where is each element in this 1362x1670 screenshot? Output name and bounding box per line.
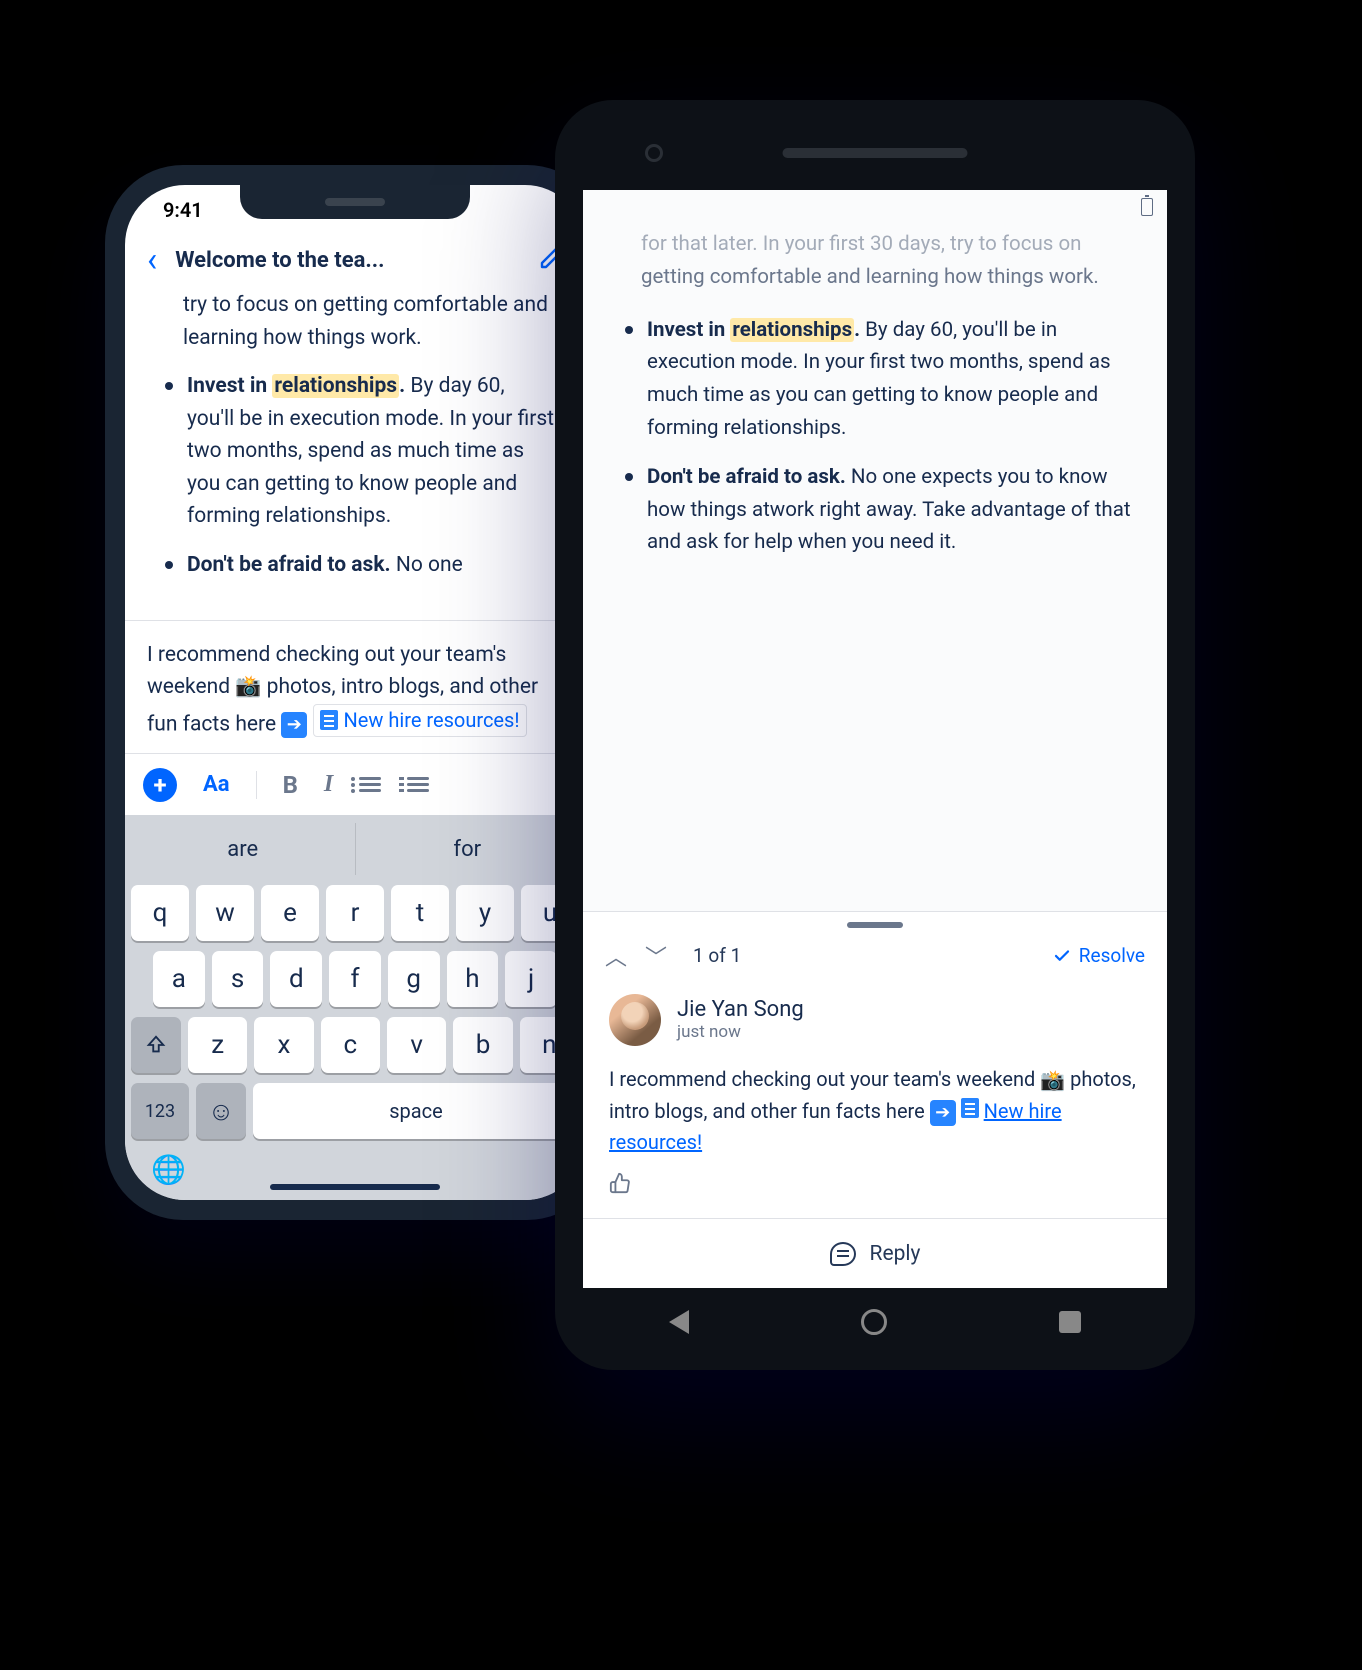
bullet-text: Invest in relationships. By day 60, you'… <box>647 314 1137 445</box>
iphone-header: ‹ Welcome to the tea... <box>125 235 585 289</box>
predictive-suggestion[interactable]: are <box>131 823 356 875</box>
arrow-right-emoji-icon: ➔ <box>281 712 307 738</box>
keyboard-key[interactable]: w <box>196 885 254 941</box>
keyboard-key[interactable]: v <box>387 1017 446 1073</box>
nav-recent-icon[interactable] <box>1059 1311 1081 1333</box>
bullet-text: Don't be afraid to ask. No one expects y… <box>647 461 1137 559</box>
keyboard-bottom-row: 🌐 <box>131 1139 579 1190</box>
keyboard-key[interactable]: c <box>321 1017 380 1073</box>
keyboard-row: a s d f g h j <box>131 951 579 1007</box>
keyboard-key[interactable]: y <box>456 885 514 941</box>
globe-icon[interactable]: 🌐 <box>151 1153 186 1186</box>
comment-count: 1 of 1 <box>693 944 1035 967</box>
page-title: Welcome to the tea... <box>175 248 521 273</box>
bullet-text: Don't be afraid to ask. No one <box>187 549 463 582</box>
comment-preview[interactable]: I recommend checking out your team's wee… <box>125 620 585 753</box>
camera-emoji-icon: 📸 <box>1040 1065 1065 1096</box>
keyboard-key[interactable]: j <box>505 951 557 1007</box>
android-nav-bar <box>583 1292 1167 1352</box>
bullet-marker-icon <box>625 473 633 481</box>
keyboard-row: q w e r t y u <box>131 885 579 941</box>
ios-keyboard: are for q w e r t y u a s d f g h j <box>125 815 585 1200</box>
keyboard-key[interactable]: s <box>212 951 264 1007</box>
home-indicator[interactable] <box>270 1184 440 1190</box>
comment-text: I recommend checking out your team's wee… <box>609 1064 1141 1158</box>
bullet-item: Invest in relationships. By day 60, you'… <box>153 370 557 533</box>
like-thumbs-up-icon[interactable] <box>609 1172 1141 1200</box>
keyboard-key[interactable]: d <box>270 951 322 1007</box>
keyboard-key[interactable]: z <box>188 1017 247 1073</box>
keyboard-row: z x c v b n <box>131 1017 579 1073</box>
keyboard-key[interactable]: b <box>453 1017 512 1073</box>
drag-handle[interactable] <box>847 922 903 928</box>
shift-key[interactable] <box>131 1017 181 1073</box>
comment-panel: ︿ ﹀ 1 of 1 Resolve Jie Yan Song just now <box>583 911 1167 1288</box>
next-comment-chevron-icon[interactable]: ﹀ <box>645 940 667 972</box>
nav-home-icon[interactable] <box>861 1309 887 1335</box>
author-name: Jie Yan Song <box>677 997 804 1022</box>
document-content[interactable]: try to focus on getting comfortable and … <box>125 289 585 620</box>
bullet-item: Don't be afraid to ask. No one <box>153 549 557 582</box>
comment-panel-header: ︿ ﹀ 1 of 1 Resolve <box>583 932 1167 986</box>
keyboard-key[interactable]: f <box>329 951 381 1007</box>
document-icon <box>320 710 338 730</box>
predictive-text-row: are for <box>131 823 579 875</box>
arrow-right-emoji-icon: ➔ <box>930 1100 956 1126</box>
space-key[interactable]: space <box>253 1083 579 1139</box>
bullet-list-button[interactable] <box>359 777 381 792</box>
document-icon <box>961 1098 979 1118</box>
notch-speaker <box>325 198 385 206</box>
document-content[interactable]: for that later. In your first 30 days, t… <box>583 224 1167 911</box>
bullet-text: for that later. In your first 30 days, t… <box>613 228 1137 294</box>
reply-chat-icon <box>830 1242 856 1266</box>
back-chevron-icon[interactable]: ‹ <box>147 243 157 277</box>
iphone-screen: 9:41 ‹ Welcome to the tea... try to focu… <box>125 185 585 1200</box>
keyboard-key[interactable]: x <box>254 1017 313 1073</box>
comment-time: just now <box>677 1022 804 1042</box>
reply-button[interactable]: Reply <box>583 1218 1167 1288</box>
speaker-grille <box>783 148 968 158</box>
battery-icon <box>1141 198 1153 216</box>
toolbar-separator <box>256 771 257 799</box>
comment-author-row: Jie Yan Song just now <box>609 994 1141 1046</box>
keyboard-key[interactable]: g <box>388 951 440 1007</box>
keyboard-key[interactable]: e <box>261 885 319 941</box>
bullet-marker-icon <box>625 326 633 334</box>
keyboard-key[interactable]: a <box>153 951 205 1007</box>
comment-body: Jie Yan Song just now I recommend checki… <box>583 986 1167 1218</box>
avatar[interactable] <box>609 994 661 1046</box>
prev-comment-chevron-icon[interactable]: ︿ <box>605 940 627 972</box>
iphone-notch <box>240 185 470 219</box>
bullet-item: Invest in relationships. By day 60, you'… <box>613 314 1137 445</box>
android-screen: for that later. In your first 30 days, t… <box>583 190 1167 1288</box>
keyboard-key[interactable]: q <box>131 885 189 941</box>
bullet-marker-icon <box>165 382 173 390</box>
keyboard-key[interactable]: r <box>326 885 384 941</box>
text-style-button[interactable]: Aa <box>203 772 230 797</box>
keyboard-row: 123 ☺ space <box>131 1083 579 1139</box>
bullet-text: Invest in relationships. By day 60, you'… <box>187 370 557 533</box>
keyboard-key[interactable]: h <box>447 951 499 1007</box>
android-status-bar <box>583 190 1167 224</box>
editor-toolbar: + Aa B I <box>125 753 585 815</box>
status-time: 9:41 <box>163 198 203 222</box>
bullet-marker-icon <box>165 561 173 569</box>
bold-button[interactable]: B <box>283 771 298 799</box>
front-camera-icon <box>645 144 663 162</box>
bullet-item: Don't be afraid to ask. No one expects y… <box>613 461 1137 559</box>
predictive-suggestion[interactable]: for <box>356 823 580 875</box>
iphone-device-frame: 9:41 ‹ Welcome to the tea... try to focu… <box>105 165 605 1220</box>
emoji-key[interactable]: ☺ <box>196 1083 246 1139</box>
keyboard-key[interactable]: t <box>391 885 449 941</box>
numbers-key[interactable]: 123 <box>131 1083 189 1139</box>
insert-plus-button[interactable]: + <box>143 768 177 802</box>
italic-button[interactable]: I <box>324 771 333 798</box>
numbered-list-button[interactable] <box>407 777 429 792</box>
page-link-chip[interactable]: New hire resources! <box>313 704 527 737</box>
bullet-text: try to focus on getting comfortable and … <box>153 289 557 354</box>
android-device-frame: for that later. In your first 30 days, t… <box>555 100 1195 1370</box>
nav-back-icon[interactable] <box>669 1310 689 1334</box>
camera-emoji-icon: 📸 <box>235 671 261 704</box>
resolve-button[interactable]: Resolve <box>1053 944 1145 967</box>
